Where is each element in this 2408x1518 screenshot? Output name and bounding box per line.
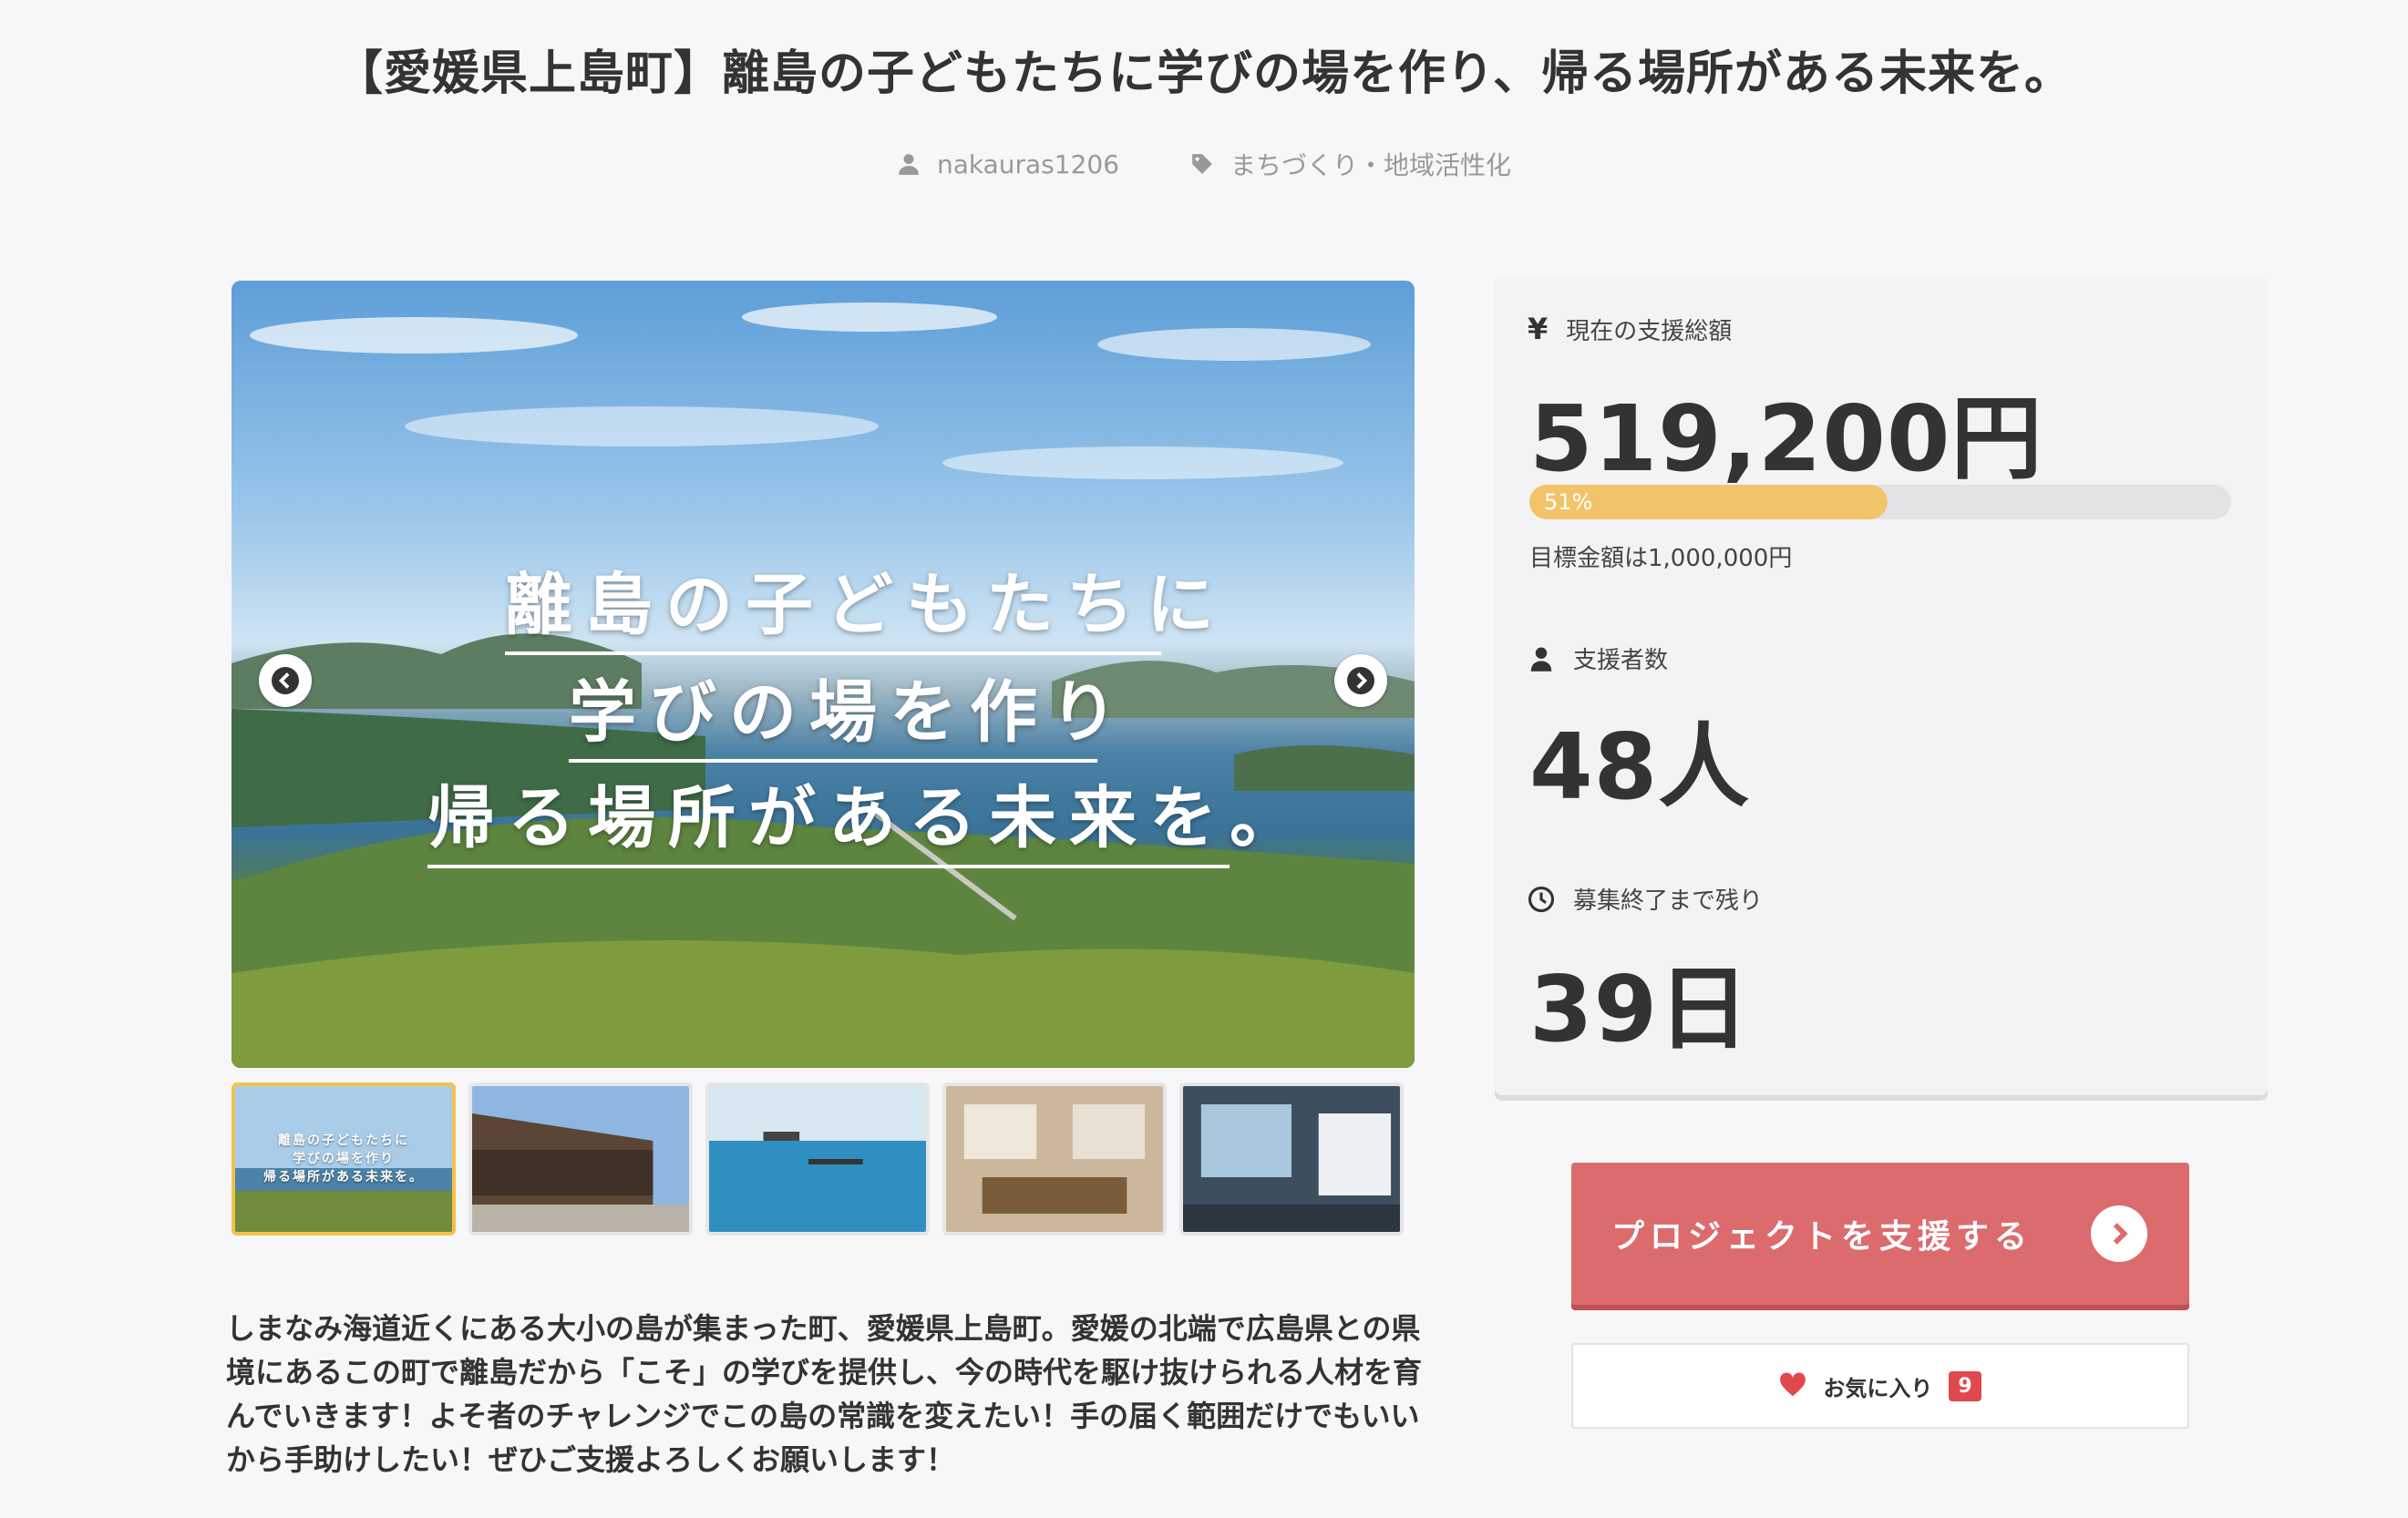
thumbnail-image [1183,1086,1400,1232]
thumbnail-caption-line: 帰る場所がある未来を。 [263,1170,424,1185]
page-title: 【愛媛県上島町】離島の子どもたちに学びの場を作り、帰る場所がある未来を。 [335,46,2073,101]
gallery-thumbnail[interactable] [468,1082,693,1236]
hero-caption-line: 学びの場を作り [569,658,1117,763]
remaining-value: 39日 [1529,956,1751,1062]
gallery-thumbnail[interactable] [942,1082,1167,1236]
gallery-next-button[interactable] [1334,654,1387,707]
amount-label: 現在の支援総額 [1566,317,1733,345]
support-project-button[interactable]: プロジェクトを支援する [1571,1163,2189,1305]
remaining-label-row: 募集終了まで残り [1528,882,1763,916]
favorite-count-badge: 9 [1949,1370,1981,1401]
chevron-left-icon [272,667,299,694]
project-page: 【愛媛県上島町】離島の子どもたちに学びの場を作り、帰る場所がある未来を。 nak… [0,0,2408,1518]
thumbnail-caption-line: 離島の子どもたちに [278,1133,409,1148]
progress-percent: 51% [1544,489,1593,515]
gallery-thumbnail[interactable] [1179,1082,1404,1236]
gallery-prev-button[interactable] [259,654,312,707]
thumbnail-image [946,1086,1163,1232]
heart-icon [1780,1372,1806,1397]
chevron-right-icon [1347,667,1374,694]
hero-caption-line: 離島の子どもたちに [505,550,1214,655]
thumbnail-image [709,1086,926,1232]
thumbnail-caption: 離島の子どもたちに 学びの場を作り 帰る場所がある未来を。 [235,1132,452,1186]
tag-icon [1192,154,1212,174]
supporters-label: 支援者数 [1573,647,1669,674]
hero-caption: 離島の子どもたちに 学びの場を作り 帰る場所がある未来を。 [232,281,1415,1068]
remaining-label: 募集終了まで残り [1573,887,1764,915]
gallery-thumbnail[interactable] [705,1082,930,1236]
project-meta: nakauras1206 まちづくり・地域活性化 [0,146,2408,182]
favorite-label: お気に入り [1823,1375,1933,1401]
supporters-label-row: 支援者数 [1528,641,1668,675]
user-icon [1530,647,1552,672]
project-description: しまなみ海道近くにある大小の島が集まった町、愛媛県上島町。愛媛の北端で広島県との… [226,1311,1423,1477]
funding-stats-panel: ¥ 現在の支援総額 519,200円 51% 目標金額は1,000,000円 支… [1495,277,2268,1095]
author-name: nakauras1206 [936,149,1120,179]
yen-icon: ¥ [1528,312,1549,346]
progress-fill: 51% [1529,485,1888,519]
hero-caption-line: 帰る場所がある未来を。 [427,764,1297,868]
support-button-label: プロジェクトを支援する [1611,1218,2033,1256]
user-icon [899,154,919,175]
favorite-button[interactable]: お気に入り 9 [1571,1343,2189,1429]
gallery-thumbnails: 離島の子どもたちに 学びの場を作り 帰る場所がある未来を。 [232,1082,1415,1237]
amount-value: 519,200円 [1529,385,2043,492]
thumbnail-caption-line: 学びの場を作り [293,1152,395,1166]
author-link[interactable]: nakauras1206 [897,146,1119,182]
arrow-right-circle-icon [2091,1205,2147,1262]
goal-amount: 目標金額は1,000,000円 [1529,545,1793,572]
gallery-main-image[interactable]: 離島の子どもたちに 学びの場を作り 帰る場所がある未来を。 [232,281,1415,1068]
supporters-value: 48人 [1529,713,1751,820]
gallery-thumbnail[interactable]: 離島の子どもたちに 学びの場を作り 帰る場所がある未来を。 [232,1082,456,1236]
clock-icon [1528,886,1555,912]
chevron-right-icon [2113,1223,2128,1245]
funding-progress-bar: 51% [1529,485,2231,519]
thumbnail-image [472,1086,689,1232]
amount-label-row: ¥ 現在の支援総額 [1528,312,1732,346]
category-name: まちづくり・地域活性化 [1230,150,1512,180]
category-link[interactable]: まちづくり・地域活性化 [1190,146,1511,182]
